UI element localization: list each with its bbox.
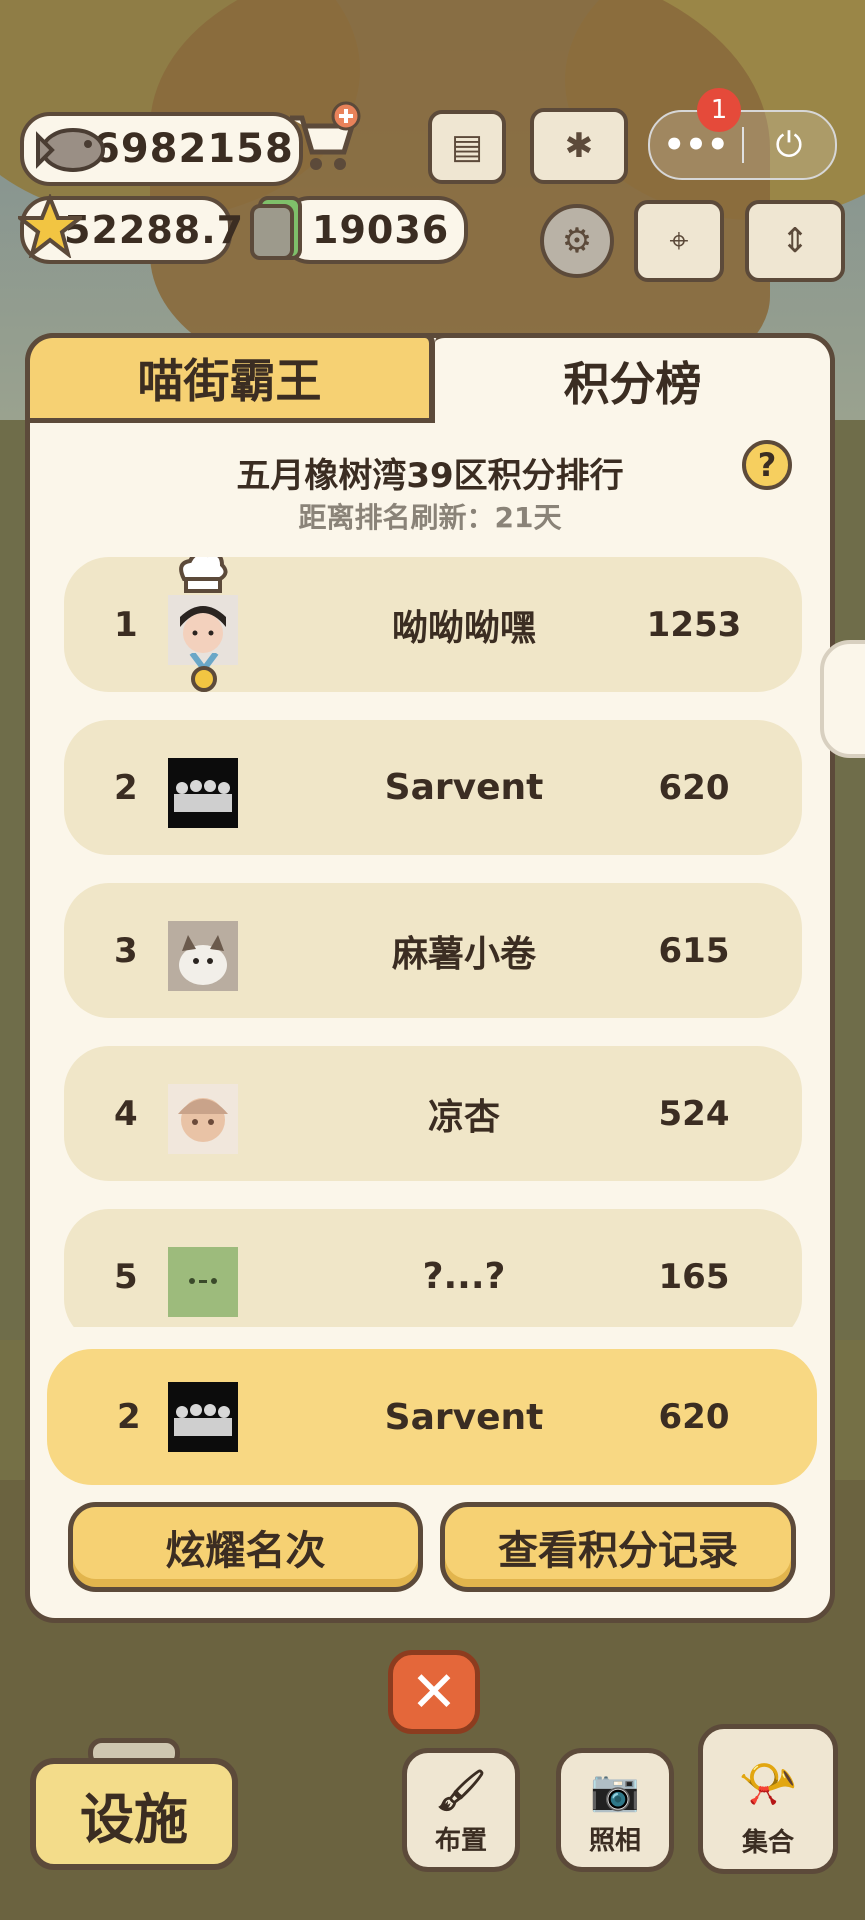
my-ranking-row: 2 Sarvent 620 <box>47 1349 817 1485</box>
avatar <box>168 1247 238 1317</box>
view-points-history-button[interactable]: 查看积分记录 <box>440 1502 796 1592</box>
ranking-row[interactable]: 1 呦呦呦嘿 1253 <box>64 557 802 692</box>
player-score: 620 <box>658 767 730 808</box>
ranking-list[interactable]: 1 呦呦呦嘿 1253 2 Sarvent 620 3 麻薯小卷 615 4 凉… <box>64 557 802 1327</box>
my-avatar <box>168 1382 238 1452</box>
map-button[interactable]: ⌖ <box>634 200 724 282</box>
map-pin-icon: ⌖ <box>669 221 689 261</box>
rank-number: 4 <box>114 1093 138 1134</box>
system-capsule: ••• ⏻ <box>648 110 837 180</box>
avatar <box>168 758 238 828</box>
avatar <box>168 1084 238 1154</box>
star-amount: 52288.7 <box>64 208 245 252</box>
power-button[interactable]: ⏻ <box>744 125 834 165</box>
gather-label: 集合 <box>741 1828 794 1858</box>
player-name: ?...? <box>422 1256 506 1297</box>
leaderboard-title: 五月橡树湾39区积分排行 <box>236 456 624 496</box>
rank-number: 3 <box>114 930 138 971</box>
paw-book-icon: ✱ <box>564 126 594 166</box>
player-name: 麻薯小卷 <box>391 933 536 975</box>
rank-number: 1 <box>114 604 138 645</box>
tab-street-king[interactable]: 喵街霸王 <box>25 333 435 423</box>
catalog-book-button[interactable]: ✱ <box>530 108 628 184</box>
player-score: 165 <box>658 1256 730 1297</box>
sort-arrows-icon: ⇕ <box>780 221 810 261</box>
fish-currency: 6982158 <box>20 112 303 186</box>
star-icon <box>14 192 86 262</box>
gear-icon: ⚙ <box>561 221 593 261</box>
ranking-row[interactable]: 5 ?...? 165 <box>64 1209 802 1327</box>
my-player-name: Sarvent <box>384 1396 544 1438</box>
sort-toggle-button[interactable]: ⇕ <box>745 200 845 282</box>
rank-number: 2 <box>114 767 138 808</box>
paint-roller-icon: 🖌 <box>435 1768 487 1814</box>
player-name: 凉杏 <box>427 1096 500 1138</box>
gather-button[interactable]: 📯 集合 <box>698 1724 838 1874</box>
facility-button[interactable]: 设施 <box>30 1758 238 1870</box>
my-rank-number: 2 <box>117 1397 141 1437</box>
ranking-row[interactable]: 4 凉杏 524 <box>64 1046 802 1181</box>
id-card-icon: ▤ <box>450 127 484 167</box>
chef-hat-icon <box>174 557 230 601</box>
show-rank-button[interactable]: 炫耀名次 <box>68 1502 423 1592</box>
ranking-row[interactable]: 3 麻薯小卷 615 <box>64 883 802 1018</box>
camera-icon: 📷 <box>590 1768 640 1814</box>
side-character-icon[interactable] <box>820 640 865 758</box>
more-button[interactable]: ••• <box>650 125 742 165</box>
tree-trunk <box>150 0 770 380</box>
player-name: Sarvent <box>384 767 544 808</box>
id-card-button[interactable]: ▤ <box>428 110 506 184</box>
gold-medal-icon <box>184 651 224 697</box>
ticket-currency: 19036 <box>250 196 468 264</box>
player-name: 呦呦呦嘿 <box>391 607 536 649</box>
fish-amount: 6982158 <box>92 126 294 172</box>
rank-number: 5 <box>114 1256 138 1297</box>
ticket-icon <box>248 192 312 268</box>
settings-button[interactable]: ⚙ <box>540 204 614 278</box>
layout-label: 布置 <box>434 1826 487 1856</box>
ranking-row[interactable]: 2 Sarvent 620 <box>64 720 802 855</box>
player-score: 615 <box>658 930 730 971</box>
help-button[interactable]: ? <box>742 440 792 490</box>
shop-cart-button[interactable] <box>282 100 362 180</box>
photo-button[interactable]: 📷 照相 <box>556 1748 674 1872</box>
avatar <box>168 921 238 991</box>
refresh-countdown: 距离排名刷新：21天 <box>298 501 562 534</box>
player-score: 1253 <box>646 604 742 645</box>
star-currency: 52288.7 <box>14 192 243 264</box>
layout-button[interactable]: 🖌 布置 <box>402 1748 520 1872</box>
close-icon: ✕ <box>410 1659 458 1725</box>
notification-badge: 1 <box>697 88 741 132</box>
my-player-score: 620 <box>658 1397 730 1437</box>
close-button[interactable]: ✕ <box>388 1650 480 1734</box>
ticket-amount: 19036 <box>312 208 450 252</box>
player-score: 524 <box>658 1093 730 1134</box>
photo-label: 照相 <box>588 1826 641 1856</box>
whistle-icon: 📯 <box>738 1756 798 1812</box>
tab-points-ranking[interactable]: 积分榜 <box>435 333 835 423</box>
fish-icon <box>28 106 114 196</box>
cart-plus-icon <box>290 101 361 170</box>
